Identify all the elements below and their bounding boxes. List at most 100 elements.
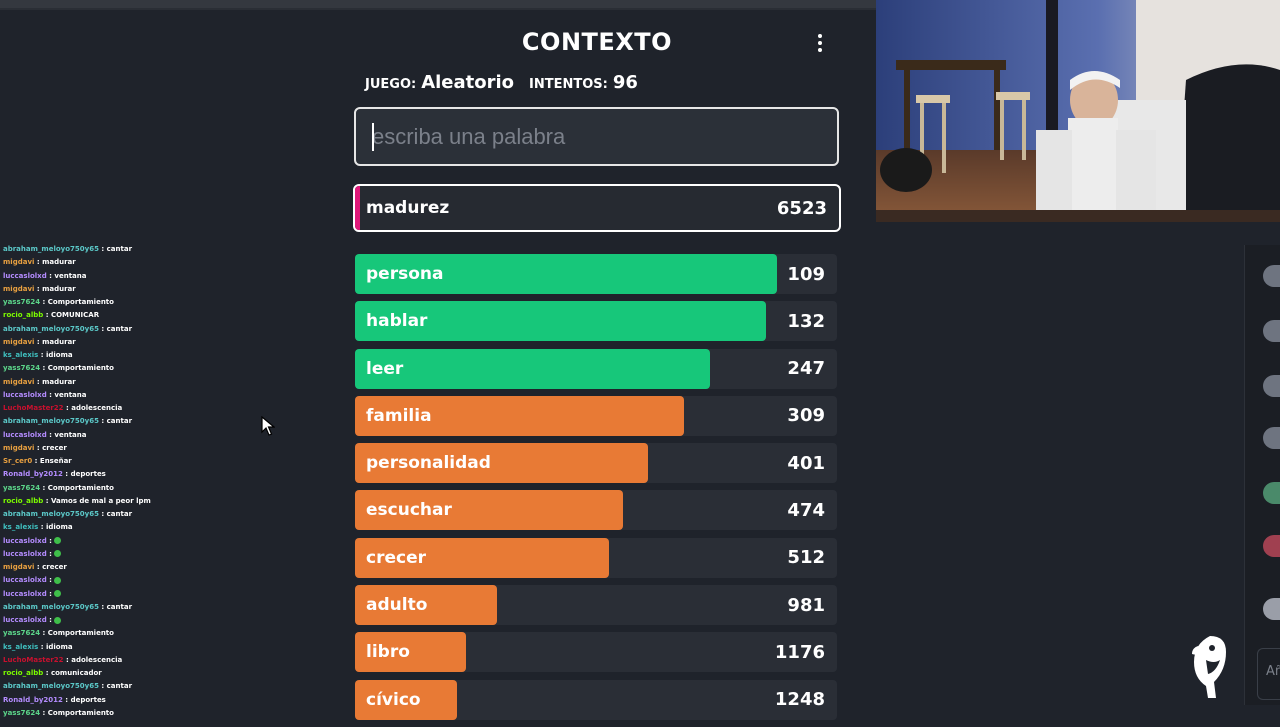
word-input-box[interactable] — [354, 107, 839, 166]
chat-separator: : — [98, 245, 107, 253]
chat-text: Enseñar — [39, 457, 72, 465]
chat-username: rocio_albb — [3, 669, 44, 677]
chat-text: ventana — [54, 390, 87, 399]
chat-message: luccaslolxd : — [3, 588, 303, 601]
chat-separator: : — [43, 311, 51, 320]
chat-message: abraham_meloyo750y65 : cantar — [3, 415, 303, 428]
chat-text: idioma — [45, 351, 73, 359]
chat-message: abraham_meloyo750y65 : cantar — [3, 508, 303, 521]
chat-separator: : — [38, 523, 46, 532]
chat-text: idioma — [45, 523, 73, 532]
chat-username: rocio_albb — [3, 496, 44, 505]
chat-text: ventana — [54, 271, 87, 280]
chat-username: abraham_meloyo750y65 — [3, 682, 99, 691]
chat-username: LuchoMaster22 — [3, 655, 64, 664]
guess-rank: 981 — [787, 594, 825, 616]
chat-text: madurar — [42, 377, 76, 386]
chat-separator: : — [40, 708, 48, 717]
viewer-avatar[interactable] — [1263, 375, 1280, 397]
attempts-value: 96 — [612, 72, 638, 93]
chat-username: yass7624 — [3, 708, 41, 717]
chat-separator: : — [46, 536, 55, 545]
chat-message: abraham_meloyo750y65 : cantar — [3, 243, 303, 256]
viewer-avatar[interactable] — [1263, 535, 1280, 557]
chat-message: migdavi : madurar — [3, 376, 303, 389]
game-title: CONTEXTO — [521, 28, 673, 56]
chat-message: luccaslolxd : ventana — [3, 389, 303, 402]
chat-text: cantar — [106, 602, 133, 611]
more-options-icon[interactable] — [810, 32, 830, 56]
chat-message: abraham_meloyo750y65 : cantar — [3, 323, 303, 336]
chat-emote-icon — [54, 576, 62, 584]
chat-emote-icon — [54, 590, 62, 597]
chat-separator: : — [40, 483, 48, 492]
chat-username: abraham_meloyo750y65 — [3, 417, 99, 426]
viewer-avatar[interactable] — [1263, 427, 1280, 449]
chat-message: luccaslolxd : — [3, 614, 303, 627]
guess-word: adulto — [366, 595, 428, 616]
guess-rank: 309 — [787, 405, 825, 427]
chat-message: yass7624 : Comportamiento — [3, 707, 303, 720]
chat-username: Ronald_by2012 — [3, 695, 63, 704]
chat-username: migdavi — [3, 563, 35, 571]
chat-text: Comportamiento — [47, 364, 114, 373]
rail-input[interactable]: Añ — [1257, 648, 1280, 700]
last-guess-accent — [355, 186, 360, 230]
chat-text: cantar — [106, 417, 133, 426]
chat-username: luccaslolxd — [3, 430, 47, 439]
guess-word: leer — [366, 358, 404, 379]
chat-separator: : — [98, 602, 107, 611]
guess-rank: 401 — [787, 452, 825, 474]
chat-separator: : — [34, 337, 43, 346]
viewer-avatar[interactable] — [1263, 265, 1280, 287]
guess-row: crecer 512 — [355, 537, 837, 578]
viewer-avatar[interactable] — [1263, 598, 1280, 620]
guess-rank: 247 — [787, 358, 825, 380]
chat-separator: : — [46, 616, 55, 624]
chat-separator: : — [38, 351, 46, 359]
browser-top-strip — [0, 0, 876, 10]
guess-row: libro 1176 — [355, 632, 837, 673]
chat-username: abraham_meloyo750y65 — [3, 602, 99, 611]
guess-row: persona 109 — [355, 254, 837, 294]
guess-rank: 1176 — [774, 641, 825, 663]
chat-message: rocio_albb : comunicador — [3, 667, 303, 680]
rail-input-hint: Añ — [1266, 664, 1280, 679]
chat-username: abraham_meloyo750y65 — [3, 245, 99, 253]
chat-separator: : — [34, 377, 43, 386]
chat-username: Ronald_by2012 — [3, 470, 63, 479]
mouse-cursor-icon — [261, 416, 275, 436]
webcam-image — [876, 0, 1280, 222]
chat-separator: : — [38, 642, 46, 651]
chat-username: ks_alexis — [3, 523, 39, 532]
viewer-avatar[interactable] — [1263, 482, 1280, 504]
last-guess-word: madurez — [366, 198, 450, 218]
word-input[interactable] — [356, 122, 837, 151]
chat-username: abraham_meloyo750y65 — [3, 324, 99, 333]
chat-username: luccaslolxd — [3, 549, 47, 558]
chat-text: idioma — [45, 642, 73, 651]
chat-separator: : — [62, 470, 71, 479]
chat-text: Comportamiento — [47, 629, 114, 638]
chat-separator: : — [32, 457, 40, 465]
chat-separator: : — [40, 298, 48, 306]
toucan-logo-icon — [1192, 636, 1226, 698]
chat-separator: : — [98, 682, 107, 691]
chat-text: adolescencia — [71, 404, 123, 412]
guess-rank: 1248 — [774, 689, 825, 711]
chat-message: Sr_cer0 : Enseñar — [3, 455, 303, 468]
guess-word: escuchar — [366, 500, 452, 521]
chat-message: rocio_albb : Vamos de mal a peor lpm — [3, 495, 303, 508]
chat-text: cantar — [106, 510, 133, 518]
viewer-avatar[interactable] — [1263, 320, 1280, 342]
guess-word: libro — [366, 642, 410, 663]
chat-username: migdavi — [3, 258, 35, 267]
chat-message: migdavi : crecer — [3, 561, 303, 574]
guess-word: crecer — [366, 547, 426, 568]
chat-username: luccaslolxd — [3, 536, 47, 545]
chat-username: ks_alexis — [3, 351, 39, 359]
chat-message: abraham_meloyo750y65 : cantar — [3, 601, 303, 614]
chat-separator: : — [40, 364, 48, 373]
text-caret — [372, 123, 374, 151]
chat-username: rocio_albb — [3, 311, 44, 320]
